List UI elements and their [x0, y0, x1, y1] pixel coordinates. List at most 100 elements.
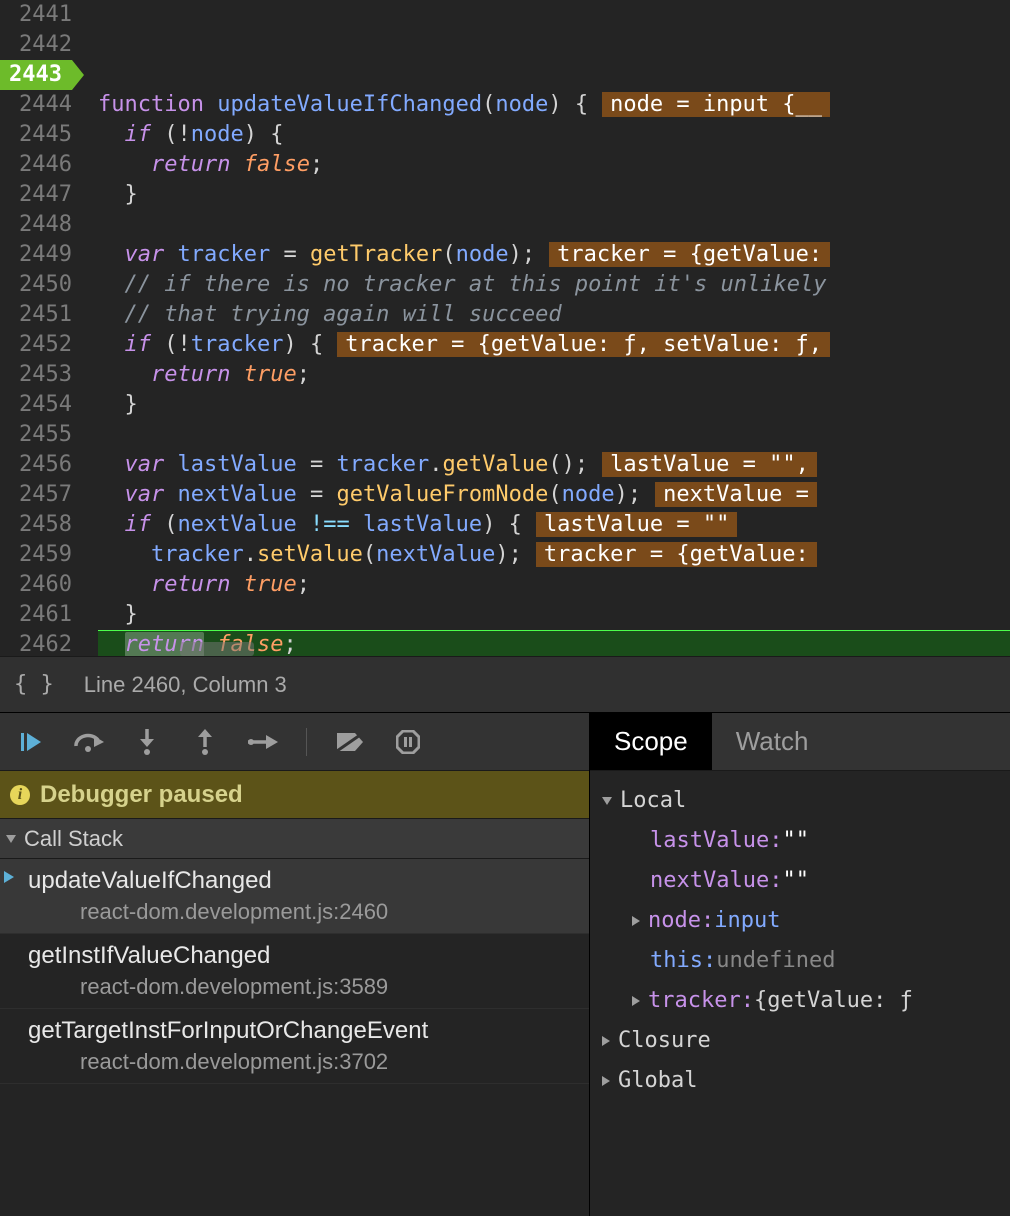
scope-section-closure[interactable]: Closure: [598, 1021, 1002, 1061]
scope-variable-name: tracker:: [648, 981, 754, 1021]
chevron-right-icon: [602, 1076, 610, 1086]
line-number[interactable]: 2451: [0, 300, 72, 330]
resume-button[interactable]: [16, 727, 46, 757]
code-line[interactable]: return true;: [98, 570, 1010, 600]
pause-on-exceptions-button[interactable]: [393, 727, 423, 757]
deactivate-breakpoints-button[interactable]: [335, 727, 365, 757]
scope-section-label: Closure: [618, 1021, 711, 1061]
step-out-button[interactable]: [190, 727, 220, 757]
inline-evaluation: tracker = {getValue:: [536, 542, 817, 567]
step-into-button[interactable]: [132, 727, 162, 757]
line-number[interactable]: 2453: [0, 360, 72, 390]
debugger-status-text: Debugger paused: [40, 781, 243, 809]
code-line[interactable]: if (!tracker) {tracker = {getValue: ƒ, s…: [98, 330, 1010, 360]
tab-scope[interactable]: Scope: [590, 713, 712, 770]
line-number[interactable]: 2458: [0, 510, 72, 540]
line-number[interactable]: 2449: [0, 240, 72, 270]
debugger-toolbar: [0, 713, 589, 771]
inline-evaluation: nextValue =: [655, 482, 817, 507]
stack-function-name: updateValueIfChanged: [28, 867, 577, 895]
code-area[interactable]: function updateValueIfChanged(node) {nod…: [82, 0, 1010, 656]
line-number[interactable]: 2444: [0, 90, 72, 120]
scope-section-label: Global: [618, 1061, 697, 1101]
call-stack-header[interactable]: Call Stack: [0, 819, 589, 859]
code-line[interactable]: return true;: [98, 360, 1010, 390]
chevron-right-icon: [632, 916, 640, 926]
line-number[interactable]: 2450: [0, 270, 72, 300]
scope-body: LocallastValue: ""nextValue: ""node: inp…: [590, 771, 1010, 1216]
code-line[interactable]: [98, 420, 1010, 450]
call-stack-item[interactable]: getInstIfValueChangedreact-dom.developme…: [0, 934, 589, 1009]
line-number[interactable]: 2441: [0, 0, 72, 30]
line-number[interactable]: 2443: [0, 60, 72, 90]
scope-variable[interactable]: node: input: [598, 901, 1002, 941]
line-number[interactable]: 2452: [0, 330, 72, 360]
line-number[interactable]: 2459: [0, 540, 72, 570]
scope-variable-name: nextValue:: [650, 861, 782, 901]
call-stack-header-label: Call Stack: [24, 826, 123, 852]
inline-evaluation: lastValue = "": [536, 512, 737, 537]
toolbar-divider: [306, 728, 307, 756]
step-over-button[interactable]: [74, 727, 104, 757]
scope-section-global[interactable]: Global: [598, 1061, 1002, 1101]
gutter[interactable]: 2441244224432444244524462447244824492450…: [0, 0, 82, 656]
line-number[interactable]: 2462: [0, 630, 72, 660]
inline-evaluation: tracker = {getValue: ƒ, setValue: ƒ,: [337, 332, 830, 357]
tab-watch[interactable]: Watch: [712, 713, 833, 770]
code-editor[interactable]: 2441244224432444244524462447244824492450…: [0, 0, 1010, 656]
cursor-position-label: Line 2460, Column 3: [84, 672, 287, 698]
inline-evaluation: tracker = {getValue:: [549, 242, 830, 267]
line-number[interactable]: 2448: [0, 210, 72, 240]
code-line[interactable]: function updateValueIfChanged(node) {nod…: [98, 90, 1010, 120]
stack-function-name: getInstIfValueChanged: [28, 942, 577, 970]
scope-variable[interactable]: lastValue: "": [598, 821, 1002, 861]
code-line[interactable]: return false;: [98, 150, 1010, 180]
scope-section-local[interactable]: Local: [598, 781, 1002, 821]
chevron-right-icon: [602, 1036, 610, 1046]
code-line[interactable]: // if there is no tracker at this point …: [98, 270, 1010, 300]
code-line[interactable]: }: [98, 390, 1010, 420]
scope-panel-tabs: ScopeWatch: [590, 713, 1010, 771]
debugger-right-panel: ScopeWatch LocallastValue: ""nextValue: …: [590, 713, 1010, 1216]
call-stack-item[interactable]: getTargetInstForInputOrChangeEventreact-…: [0, 1009, 589, 1084]
call-stack-item[interactable]: updateValueIfChangedreact-dom.developmen…: [0, 859, 589, 934]
inline-evaluation: node = input {__: [602, 92, 830, 117]
line-number[interactable]: 2442: [0, 30, 72, 60]
stack-location: react-dom.development.js:3589: [28, 970, 577, 1000]
code-line[interactable]: tracker.setValue(nextValue);tracker = {g…: [98, 540, 1010, 570]
debugger-left-panel: i Debugger paused Call Stack updateValue…: [0, 713, 590, 1216]
inline-evaluation: lastValue = "",: [602, 452, 817, 477]
scope-variable-value: "": [782, 821, 809, 861]
line-number[interactable]: 2447: [0, 180, 72, 210]
code-line[interactable]: // that trying again will succeed: [98, 300, 1010, 330]
stack-location: react-dom.development.js:2460: [28, 895, 577, 925]
line-number[interactable]: 2455: [0, 420, 72, 450]
horizontal-scrollbar[interactable]: [180, 642, 254, 656]
code-line[interactable]: [98, 210, 1010, 240]
code-line[interactable]: if (nextValue !== lastValue) {lastValue …: [98, 510, 1010, 540]
scope-variable-value: "": [782, 861, 809, 901]
code-line[interactable]: var nextValue = getValueFromNode(node);n…: [98, 480, 1010, 510]
line-number[interactable]: 2456: [0, 450, 72, 480]
line-number[interactable]: 2454: [0, 390, 72, 420]
line-number[interactable]: 2446: [0, 150, 72, 180]
code-line[interactable]: }: [98, 180, 1010, 210]
scope-variable-value: input: [714, 901, 780, 941]
braces-icon[interactable]: { }: [14, 672, 54, 697]
scope-variable[interactable]: nextValue: "": [598, 861, 1002, 901]
line-number[interactable]: 2460: [0, 570, 72, 600]
line-number[interactable]: 2461: [0, 600, 72, 630]
scope-variable-value: undefined: [716, 941, 835, 981]
chevron-right-icon: [632, 996, 640, 1006]
code-line[interactable]: if (!node) {: [98, 120, 1010, 150]
scope-variable[interactable]: tracker: {getValue: ƒ: [598, 981, 1002, 1021]
code-line[interactable]: var lastValue = tracker.getValue();lastV…: [98, 450, 1010, 480]
line-number[interactable]: 2457: [0, 480, 72, 510]
chevron-down-icon: [602, 797, 612, 805]
code-line[interactable]: }: [98, 600, 1010, 630]
code-line[interactable]: var tracker = getTracker(node);tracker =…: [98, 240, 1010, 270]
line-number[interactable]: 2445: [0, 120, 72, 150]
scope-variable[interactable]: this: undefined: [598, 941, 1002, 981]
code-line[interactable]: [98, 60, 1010, 90]
step-button[interactable]: [248, 727, 278, 757]
